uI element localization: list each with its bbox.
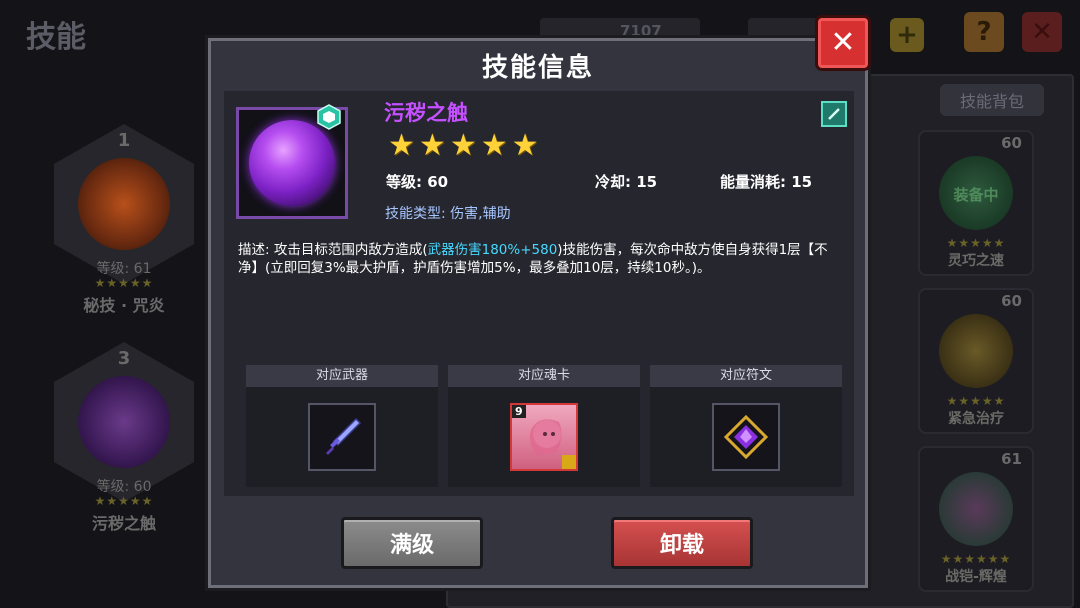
max-level-button[interactable]: 满级: [341, 517, 483, 569]
close-icon: ✕: [830, 25, 856, 60]
star-icon: ★: [511, 128, 539, 163]
tab-skill-bag[interactable]: 技能背包: [940, 84, 1044, 116]
page-close-button[interactable]: ✕: [1022, 12, 1062, 52]
star-icon: ★: [480, 128, 508, 163]
add-currency-button[interactable]: +: [890, 18, 924, 52]
card-name: 紧急治疗: [948, 411, 1004, 427]
slot-name: 污秽之触: [91, 514, 156, 533]
soulcard-slot[interactable]: 9: [510, 403, 578, 471]
related-weapon-label: 对应武器: [246, 365, 438, 387]
unload-button[interactable]: 卸载: [611, 517, 753, 569]
card-level: 61: [1001, 450, 1022, 468]
related-rune: 对应符文: [650, 365, 842, 487]
heal-skill-icon: [939, 314, 1013, 388]
slot-number: 3: [117, 348, 131, 369]
skill-stars: ★ ★ ★ ★ ★: [388, 131, 539, 161]
dialog-title: 技能信息: [481, 53, 594, 83]
star-icon: ★: [388, 128, 415, 163]
skill-description: 描述: 攻击目标范围内敌方造成(武器伤害180%+580)技能伤害，每次命中敌方…: [238, 241, 842, 277]
slot-level: 等级: 61: [96, 261, 152, 277]
fire-skill-icon: [78, 158, 170, 250]
skill-level: 等级: 60: [386, 173, 449, 191]
weapon-slot[interactable]: [308, 403, 376, 471]
card-level: 60: [1001, 134, 1022, 152]
soulcard-level: 9: [512, 405, 526, 418]
card-name: 战铠-辉煌: [945, 569, 1007, 585]
card-stars: ★★★★★: [946, 394, 1006, 408]
slot-name: 秘技 · 咒炎: [83, 296, 165, 315]
slot-level: 等级: 60: [96, 479, 152, 495]
pencil-icon: [828, 108, 840, 120]
slot-number: 1: [117, 130, 131, 151]
card-stars: ★★★★★★: [940, 552, 1012, 566]
slot-stars: ★★★★★: [94, 494, 154, 508]
equipped-label: 装备中: [953, 186, 999, 204]
skill-card[interactable]: 60 ★★★★★ 紧急治疗: [918, 288, 1034, 434]
related-soulcard-label: 对应魂卡: [448, 365, 640, 387]
armor-skill-icon: [939, 472, 1013, 546]
sword-icon: [326, 417, 362, 455]
star-icon: ★: [418, 128, 446, 163]
rune-gem-icon: [723, 414, 769, 460]
skill-card[interactable]: 60 装备中 ★★★★★ 灵巧之速: [918, 130, 1034, 276]
close-button[interactable]: ✕: [818, 18, 868, 68]
soulcard-rank-icon: [562, 455, 576, 469]
desc-damage-highlight: 武器伤害180%+580: [427, 242, 558, 258]
related-soulcard: 对应魂卡 9: [448, 365, 640, 487]
card-stars: ★★★★★: [946, 236, 1006, 250]
rune-slot[interactable]: [712, 403, 780, 471]
edit-button[interactable]: [821, 101, 847, 127]
skill-name: 污秽之触: [384, 101, 468, 125]
skill-badge-icon: [317, 104, 341, 130]
skill-info-panel: 污秽之触 ★ ★ ★ ★ ★ 等级: 60 冷却: 15 能量消耗: 15 技能…: [224, 91, 854, 496]
related-rune-label: 对应符文: [650, 365, 842, 387]
card-name: 灵巧之速: [948, 253, 1004, 269]
equipped-slot-3[interactable]: 3 等级: 60 ★★★★★ 污秽之触: [48, 342, 200, 542]
filth-skill-icon: [78, 376, 170, 468]
page-title: 技能: [26, 20, 86, 55]
related-weapon: 对应武器: [246, 365, 438, 487]
equipped-slot-1[interactable]: 1 等级: 61 ★★★★★ 秘技 · 咒炎: [48, 124, 200, 324]
card-level: 60: [1001, 292, 1022, 310]
skill-cooldown: 冷却: 15: [595, 173, 658, 191]
skill-type: 技能类型: 伤害,辅助: [385, 206, 511, 222]
skill-info-dialog: 技能信息 污秽之触 ★ ★ ★ ★ ★ 等级: 60 冷却: 15 能量消耗: …: [208, 38, 868, 588]
slot-stars: ★★★★★: [94, 276, 154, 290]
skill-energy-cost: 能量消耗: 15: [720, 173, 813, 191]
filth-orb-icon: [249, 120, 335, 206]
desc-text: 描述: 攻击目标范围内敌方造成(: [238, 242, 428, 258]
help-button[interactable]: ?: [964, 12, 1004, 52]
star-icon: ★: [449, 128, 477, 163]
skill-card[interactable]: 61 ★★★★★★ 战铠-辉煌: [918, 446, 1034, 592]
